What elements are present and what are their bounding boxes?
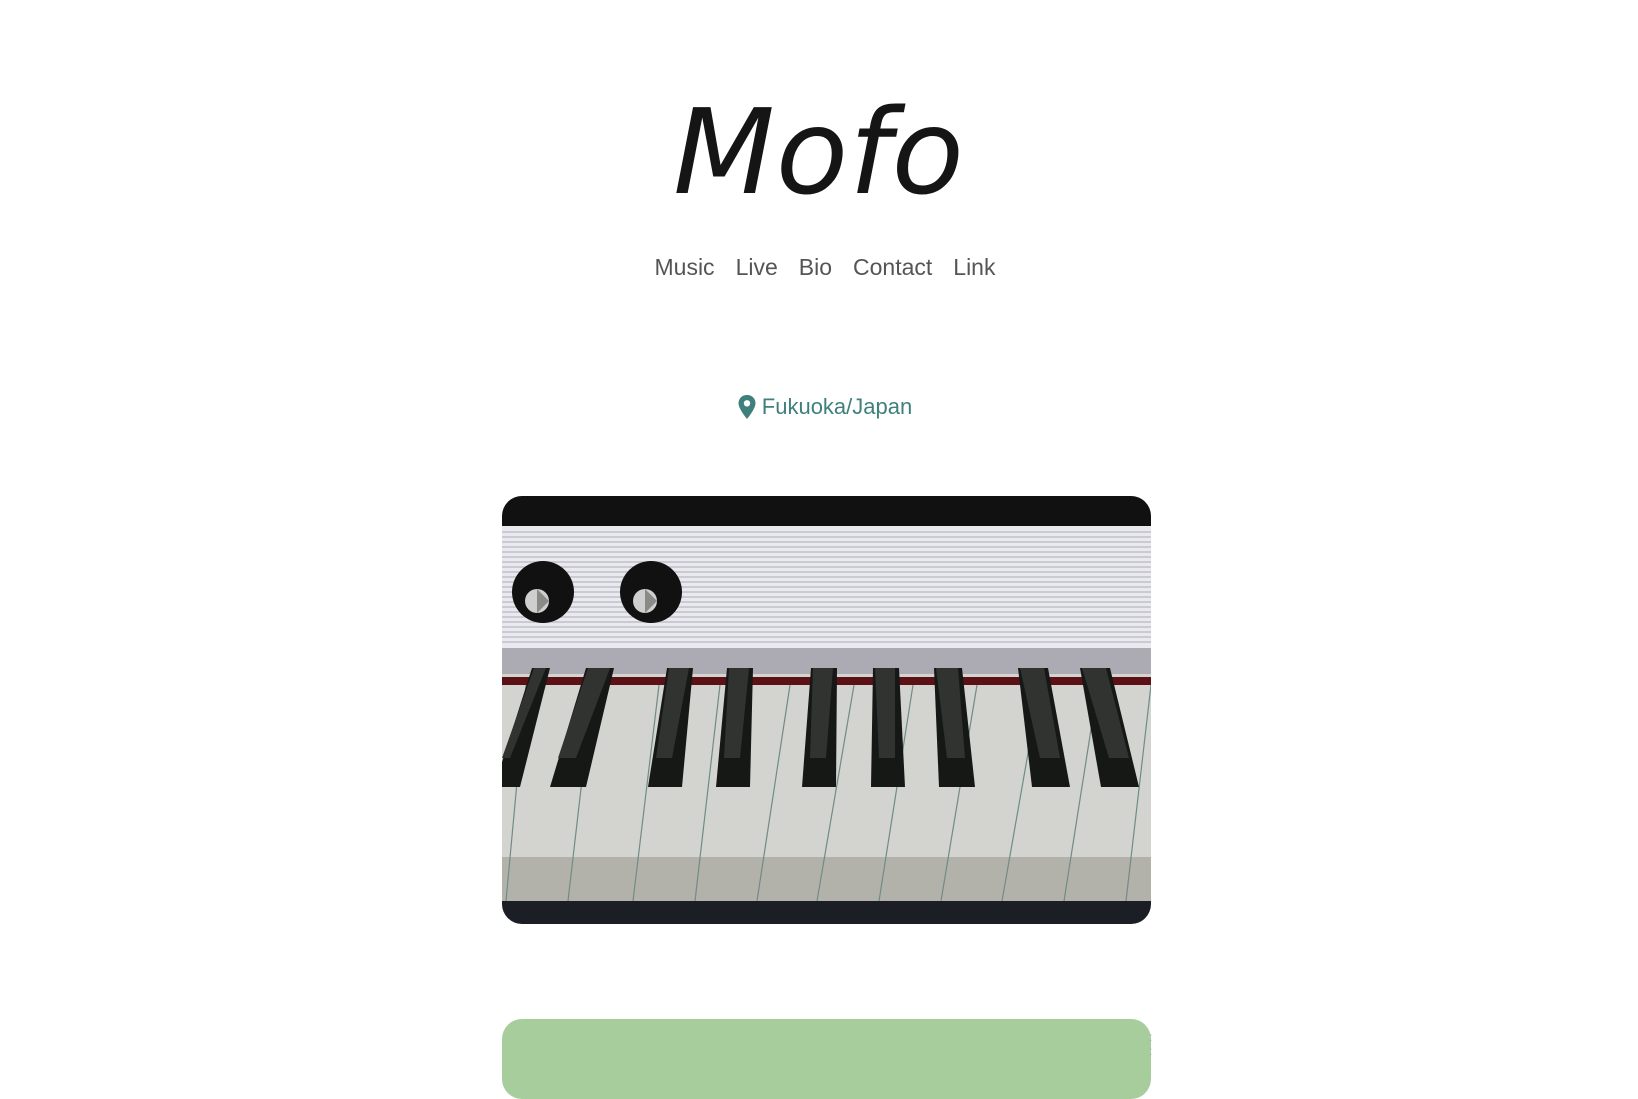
- map-pin-icon: [738, 395, 756, 419]
- location-text: Fukuoka/Japan: [761, 394, 913, 419]
- site-title[interactable]: Mofo: [0, 82, 1638, 222]
- nav-link-live[interactable]: Live: [736, 252, 778, 282]
- edge-fragment: ::: [1149, 1030, 1153, 1058]
- hero-image: [502, 496, 1151, 924]
- right-eye-icon: [620, 561, 682, 623]
- nav-link-link[interactable]: Link: [953, 252, 995, 282]
- left-eye-icon: [512, 561, 574, 623]
- nav-link-music[interactable]: Music: [655, 252, 715, 282]
- main-nav: Music Live Bio Contact Link: [0, 252, 1638, 282]
- nav-link-contact[interactable]: Contact: [853, 252, 932, 282]
- next-section-card: [502, 1019, 1151, 1099]
- piano-base: [502, 901, 1151, 924]
- piano-top-bar: [502, 496, 1151, 526]
- nav-link-bio[interactable]: Bio: [799, 252, 832, 282]
- location: Fukuoka/Japan: [0, 392, 1638, 422]
- piano-illustration: [502, 496, 1151, 924]
- white-keys-front: [502, 857, 1151, 901]
